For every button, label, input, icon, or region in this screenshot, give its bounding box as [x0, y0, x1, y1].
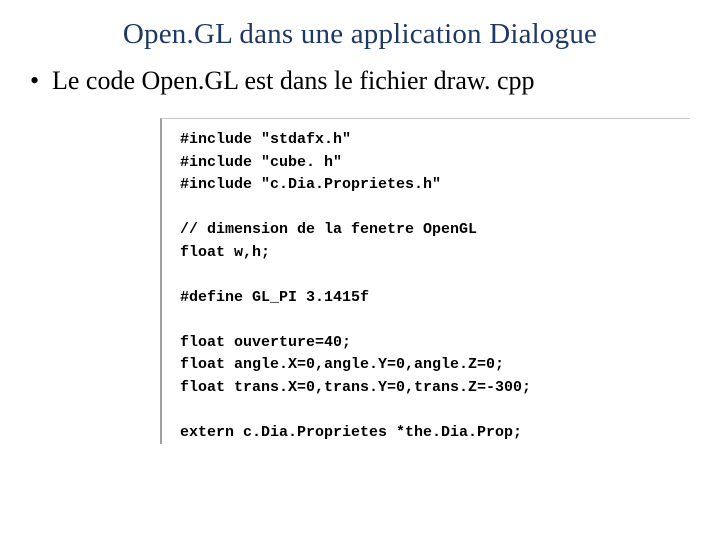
code-lines: #include "stdafx.h" #include "cube. h" #…: [180, 129, 690, 444]
slide: Open.GL dans une application Dialogue • …: [0, 0, 720, 540]
bullet-marker: •: [30, 68, 52, 94]
slide-title: Open.GL dans une application Dialogue: [30, 18, 690, 51]
bullet-item: • Le code Open.GL est dans le fichier dr…: [30, 65, 690, 96]
bullet-text: Le code Open.GL est dans le fichier draw…: [52, 65, 535, 96]
code-block: #include "stdafx.h" #include "cube. h" #…: [160, 118, 690, 444]
